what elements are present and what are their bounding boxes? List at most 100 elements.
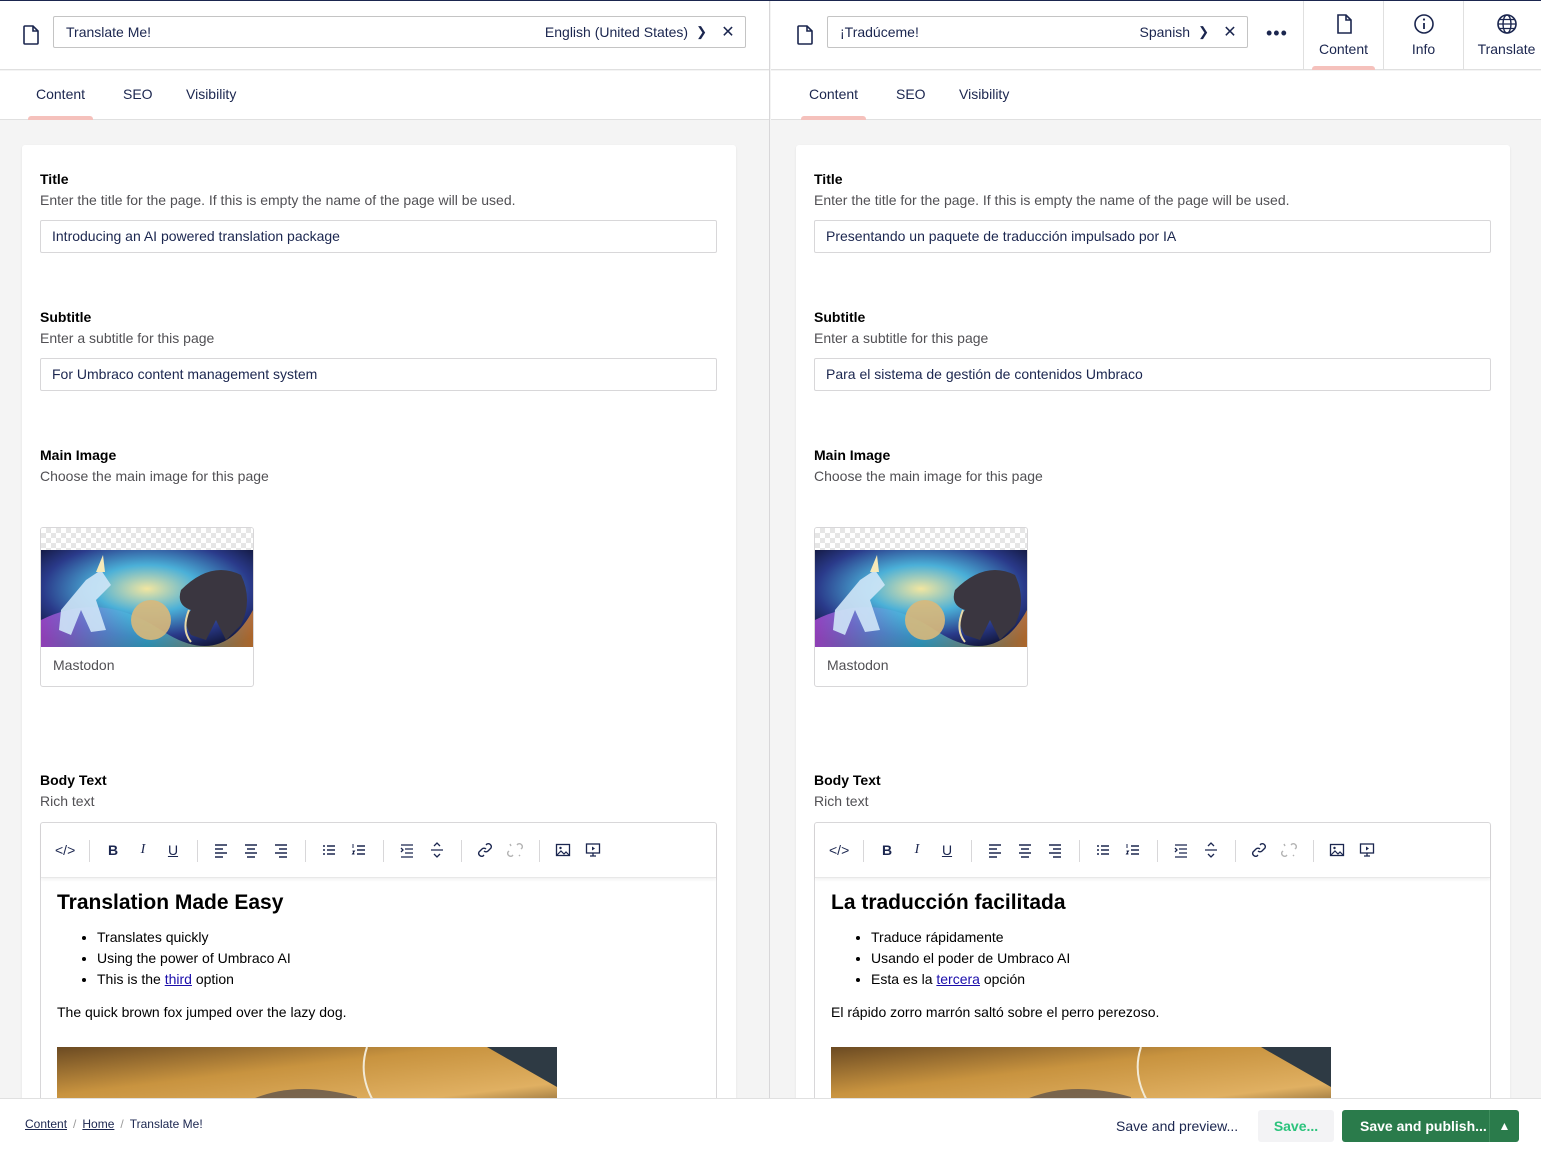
body-link[interactable]: tercera bbox=[936, 971, 980, 987]
toolbar-divider bbox=[971, 840, 972, 862]
body-text-label: Body Text bbox=[814, 772, 881, 788]
bullet-list-icon[interactable] bbox=[1093, 840, 1113, 860]
bold-icon[interactable]: B bbox=[877, 840, 897, 860]
toolbar-divider bbox=[383, 840, 384, 862]
horizontal-rule-icon[interactable] bbox=[1201, 840, 1221, 860]
breadcrumb-content[interactable]: Content bbox=[25, 1117, 67, 1131]
document-icon bbox=[1336, 14, 1352, 34]
numbered-list-icon[interactable] bbox=[1123, 840, 1143, 860]
toolbar-divider bbox=[863, 840, 864, 862]
transparency-pattern bbox=[41, 528, 253, 550]
embed-media-icon[interactable] bbox=[1357, 840, 1377, 860]
save-and-publish-button[interactable]: Save and publish... ▲ bbox=[1342, 1110, 1519, 1142]
app-translate-button[interactable]: Translate bbox=[1463, 1, 1541, 70]
left-name-field[interactable]: Translate Me! English (United States) ❯ ✕ bbox=[53, 16, 746, 48]
right-name-field[interactable]: ¡Tradúceme! Spanish ❯ ✕ bbox=[827, 16, 1248, 48]
left-name-input[interactable]: Translate Me! bbox=[66, 24, 545, 40]
align-left-icon[interactable] bbox=[211, 840, 231, 860]
main-image-card[interactable]: Mastodon bbox=[40, 527, 254, 687]
main-image-thumbnail bbox=[41, 550, 253, 647]
breadcrumb-home[interactable]: Home bbox=[82, 1117, 114, 1131]
tab-seo[interactable]: SEO bbox=[896, 71, 926, 120]
app-info-button[interactable]: Info bbox=[1383, 1, 1463, 70]
app-root: Translate Me! English (United States) ❯ ✕… bbox=[0, 0, 1541, 1149]
left-language-selector[interactable]: English (United States) ❯ bbox=[545, 24, 707, 40]
align-left-icon[interactable] bbox=[985, 840, 1005, 860]
indent-icon[interactable] bbox=[1171, 840, 1191, 860]
body-heading: Translation Made Easy bbox=[57, 891, 284, 914]
indent-icon[interactable] bbox=[397, 840, 417, 860]
subtitle-input[interactable]: Para el sistema de gestión de contenidos… bbox=[814, 358, 1491, 391]
source-code-icon[interactable]: </> bbox=[829, 840, 849, 860]
list-item-text: Esta es la bbox=[871, 971, 937, 987]
image-icon[interactable] bbox=[1327, 840, 1347, 860]
tab-seo[interactable]: SEO bbox=[123, 71, 153, 120]
rte-content[interactable]: Translation Made Easy Translates quickly… bbox=[57, 891, 700, 1020]
subtitle-input[interactable]: For Umbraco content management system bbox=[40, 358, 717, 391]
left-language-label: English (United States) bbox=[544, 24, 689, 40]
tab-content[interactable]: Content bbox=[27, 71, 94, 120]
rte-toolbar: </> B I U bbox=[41, 823, 716, 878]
tab-visibility[interactable]: Visibility bbox=[959, 71, 1009, 120]
source-code-icon[interactable]: </> bbox=[55, 840, 75, 860]
unlink-icon[interactable] bbox=[1279, 840, 1299, 860]
breadcrumb: Content / Home / Translate Me! bbox=[25, 1117, 203, 1131]
underline-icon[interactable]: U bbox=[163, 840, 183, 860]
numbered-list-icon[interactable] bbox=[349, 840, 369, 860]
right-tabs: Content SEO Visibility bbox=[771, 71, 1541, 120]
main-image-description: Choose the main image for this page bbox=[814, 468, 1043, 484]
app-content-button[interactable]: Content bbox=[1303, 1, 1383, 70]
body-paragraph: The quick brown fox jumped over the lazy… bbox=[57, 1004, 347, 1020]
toolbar-divider bbox=[539, 840, 540, 862]
left-tabs: Content SEO Visibility bbox=[0, 71, 769, 120]
title-input[interactable]: Introducing an AI powered translation pa… bbox=[40, 220, 717, 253]
unlink-icon[interactable] bbox=[505, 840, 525, 860]
rte-content[interactable]: La traducción facilitada Traduce rápidam… bbox=[831, 891, 1474, 1020]
right-name-input[interactable]: ¡Tradúceme! bbox=[840, 24, 1140, 40]
main-image-thumbnail bbox=[815, 550, 1027, 647]
image-icon[interactable] bbox=[553, 840, 573, 860]
align-center-icon[interactable] bbox=[241, 840, 261, 860]
save-and-preview-button[interactable]: Save and preview... bbox=[1106, 1110, 1248, 1142]
align-right-icon[interactable] bbox=[1045, 840, 1065, 860]
tab-content[interactable]: Content bbox=[800, 71, 867, 120]
more-actions-icon[interactable]: ••• bbox=[1266, 23, 1288, 44]
italic-icon[interactable]: I bbox=[133, 840, 153, 860]
chevron-right-icon: ❯ bbox=[696, 24, 707, 39]
align-right-icon[interactable] bbox=[271, 840, 291, 860]
subtitle-description: Enter a subtitle for this page bbox=[814, 330, 989, 346]
save-button[interactable]: Save... bbox=[1258, 1110, 1334, 1142]
list-item: Esta es la tercera opción bbox=[871, 969, 1474, 990]
breadcrumb-separator: / bbox=[120, 1117, 124, 1131]
link-icon[interactable] bbox=[1249, 840, 1269, 860]
right-pane: ¡Tradúceme! Spanish ❯ ✕ ••• Content Info … bbox=[771, 1, 1541, 1098]
rich-text-editor[interactable]: </> B I U bbox=[40, 822, 717, 1098]
bullet-list-icon[interactable] bbox=[319, 840, 339, 860]
main-image-card[interactable]: Mastodon bbox=[814, 527, 1028, 687]
embed-media-icon[interactable] bbox=[583, 840, 603, 860]
body-link[interactable]: third bbox=[165, 971, 192, 987]
title-description: Enter the title for the page. If this is… bbox=[814, 192, 1290, 208]
title-input[interactable]: Presentando un paquete de traducción imp… bbox=[814, 220, 1491, 253]
info-icon bbox=[1413, 14, 1434, 34]
app-content-label: Content bbox=[1318, 41, 1369, 57]
close-icon[interactable]: ✕ bbox=[1223, 22, 1237, 42]
footer-bar: Content / Home / Translate Me! Save and … bbox=[0, 1098, 1541, 1149]
close-icon[interactable]: ✕ bbox=[721, 22, 735, 42]
list-item-text: option bbox=[191, 971, 234, 987]
rich-text-editor[interactable]: </> B I U bbox=[814, 822, 1491, 1098]
horizontal-rule-icon[interactable] bbox=[427, 840, 447, 860]
link-icon[interactable] bbox=[475, 840, 495, 860]
document-icon bbox=[797, 25, 813, 45]
list-item-text: This is the bbox=[97, 971, 165, 987]
right-language-selector[interactable]: Spanish ❯ bbox=[1140, 24, 1210, 40]
list-item-text: opción bbox=[979, 971, 1026, 987]
chevron-up-icon[interactable]: ▲ bbox=[1489, 1110, 1519, 1142]
tab-visibility[interactable]: Visibility bbox=[186, 71, 236, 120]
title-label: Title bbox=[814, 171, 843, 187]
align-center-icon[interactable] bbox=[1015, 840, 1035, 860]
bold-icon[interactable]: B bbox=[103, 840, 123, 860]
underline-icon[interactable]: U bbox=[937, 840, 957, 860]
content-apps: Content Info Translate bbox=[1303, 1, 1541, 70]
italic-icon[interactable]: I bbox=[907, 840, 927, 860]
